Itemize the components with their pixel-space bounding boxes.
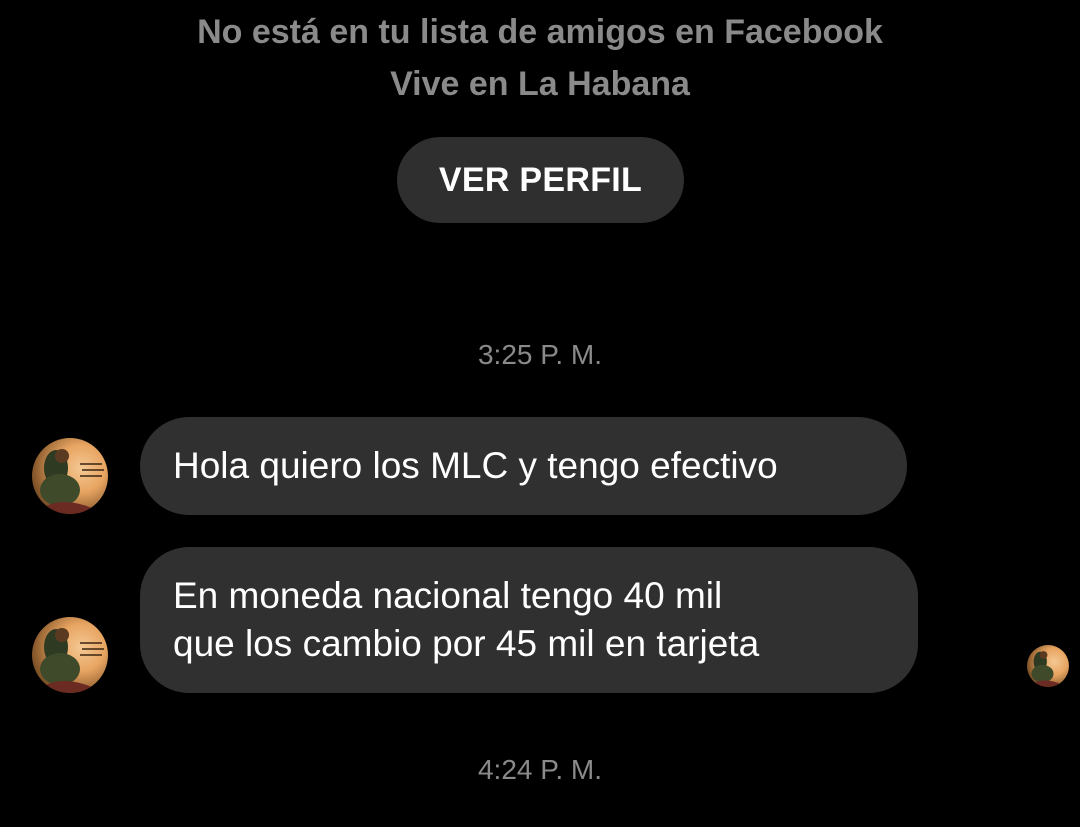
sender-avatar[interactable] xyxy=(32,617,108,693)
message-bubble[interactable]: Hola quiero los MLC y tengo efectivo xyxy=(140,417,907,515)
message-text: Hola quiero los MLC y tengo efectivo xyxy=(173,445,778,486)
location-text: Vive en La Habana xyxy=(390,65,690,103)
sender-avatar[interactable] xyxy=(32,438,108,514)
profile-header: No está en tu lista de amigos en Faceboo… xyxy=(0,6,1080,110)
message-text-line: que los cambio por 45 mil en tarjeta xyxy=(173,623,760,664)
avatar-image-icon xyxy=(1031,651,1061,687)
message-text-line: En moneda nacional tengo 40 mil xyxy=(173,575,723,616)
avatar-image-icon xyxy=(40,628,104,693)
view-profile-button[interactable]: VER PERFIL xyxy=(397,137,684,223)
seen-indicator-avatar xyxy=(1027,645,1069,687)
avatar-image-icon xyxy=(40,449,104,514)
message-timestamp: 4:24 P. M. xyxy=(477,754,602,785)
message-timestamp: 3:25 P. M. xyxy=(477,339,602,370)
message-bubble[interactable]: En moneda nacional tengo 40 mil que los … xyxy=(140,547,918,693)
not-friend-text: No está en tu lista de amigos en Faceboo… xyxy=(197,13,883,51)
